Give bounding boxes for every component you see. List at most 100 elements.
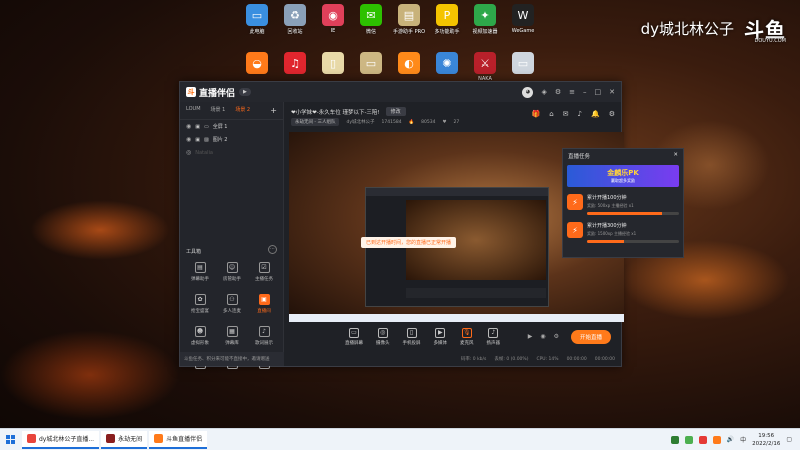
speaker-icon[interactable]: 🔊 <box>727 436 734 443</box>
tray-app-icon[interactable] <box>698 435 707 444</box>
tab-scene-1[interactable]: 场景 1 <box>211 106 226 115</box>
eye-icon[interactable]: ◎ <box>186 149 191 156</box>
taskbar-app-label: 斗鱼直播伴侣 <box>166 436 203 443</box>
maximize-icon[interactable]: □ <box>595 88 602 96</box>
tool-item[interactable]: ▣ 直播间 <box>248 294 280 314</box>
notification-icon[interactable]: ▢ <box>786 436 792 443</box>
settings-icon[interactable]: ⚙ <box>609 110 615 118</box>
tool-item[interactable]: ⚇ 多人连麦 <box>216 294 248 314</box>
skin-icon[interactable]: ◈ <box>541 88 546 96</box>
source-control[interactable]: ▯ 手机投屏 <box>403 328 421 346</box>
tab-loum[interactable]: LOUM <box>186 106 201 115</box>
settings-icon[interactable]: ⚙ <box>554 333 559 340</box>
input-language[interactable]: 中 <box>740 435 746 444</box>
desktop-shortcut[interactable]: ✦ 视频加速器 <box>465 4 505 35</box>
desktop-shortcut[interactable]: ▭ <box>503 52 543 76</box>
wechat-tray-icon[interactable] <box>684 435 693 444</box>
store-icon[interactable]: ⌂ <box>549 110 553 118</box>
close-icon[interactable]: ✕ <box>673 152 678 160</box>
source-item[interactable]: ◎ Natalia <box>180 146 283 159</box>
desktop-shortcut[interactable]: ▯ <box>313 52 353 76</box>
source-control[interactable]: 🎙 麦克风 <box>460 328 474 346</box>
taskbar-app[interactable]: 斗鱼直播伴侣 <box>149 430 208 449</box>
add-scene-icon[interactable]: + <box>270 106 277 115</box>
source-control[interactable]: ◎ 摄像头 <box>376 328 390 346</box>
eye-icon[interactable]: ◉ <box>186 123 191 130</box>
task-icon: ⚡ <box>567 194 583 210</box>
desktop-shortcut[interactable]: ⚔ NAKA <box>465 52 505 82</box>
go-live-button[interactable]: 开始直播 <box>570 330 611 344</box>
wegame-icon: W <box>512 4 534 26</box>
lock-icon[interactable]: ▣ <box>195 137 200 143</box>
tool-item[interactable]: ☻ 虚拟形象 <box>184 326 216 346</box>
task-item[interactable]: ⚡ 累计开播100分钟 奖励: 500xp 主播经验 x1 <box>563 189 683 217</box>
clock[interactable]: 19:56 2022/2/16 <box>752 432 780 448</box>
gift-icon[interactable]: 🎁 <box>531 110 540 118</box>
desktop-shortcut[interactable]: ♫ <box>275 52 315 76</box>
tool-label: 直播间 <box>257 309 271 314</box>
start-button[interactable] <box>0 429 20 450</box>
douyu-tray-icon[interactable] <box>712 435 721 444</box>
close-icon[interactable]: ✕ <box>609 88 615 96</box>
source-item[interactable]: ◉ ▣ ▭ 全屏 1 <box>180 120 283 133</box>
bitrate: 码率: 0 kb/s <box>460 357 487 362</box>
video-icon[interactable]: ▶ <box>528 333 533 340</box>
desktop-shortcut[interactable]: P 多功能助手 <box>427 4 467 35</box>
pk-banner[interactable]: 金麟乐PK 赢取超多奖励 <box>567 165 679 187</box>
tool-label: 抢宝盛宴 <box>191 309 209 314</box>
desktop-shortcut[interactable]: ▤ 手游助手 PRO <box>389 4 429 35</box>
desktop-shortcut[interactable]: ◉ IE <box>313 4 353 34</box>
desktop-shortcut[interactable]: ▭ <box>351 52 391 76</box>
bell-icon[interactable]: 🔔 <box>591 110 600 118</box>
eye-icon[interactable]: ◉ <box>540 333 545 340</box>
source-item[interactable]: ◉ ▣ ▨ 图片 2 <box>180 133 283 146</box>
clock-date: 2022/2/16 <box>752 440 781 447</box>
desktop-shortcut[interactable]: W WeGame <box>503 4 543 34</box>
desktop-shortcut-label: 手游助手 PRO <box>392 29 425 35</box>
desktop-shortcut[interactable]: ✺ <box>427 52 467 76</box>
chat-icon[interactable]: ✉ <box>563 110 569 118</box>
taskbar-app-label: 永劫无间 <box>118 436 143 443</box>
source-control[interactable]: ♪ 扬声器 <box>487 328 500 346</box>
version-badge[interactable]: ▶ <box>239 88 251 96</box>
tool-label: 多人连麦 <box>223 309 241 314</box>
streamer-watermark: dy城北林公子 斗鱼 DOUYU.COM <box>641 14 786 44</box>
lock-icon[interactable]: ▣ <box>195 124 200 130</box>
desktop-shortcut[interactable]: ✉ 微信 <box>351 4 391 35</box>
more-icon[interactable]: ⋯ <box>268 245 277 254</box>
hot-count: 80534 <box>421 119 436 125</box>
tray-app-icon[interactable] <box>670 435 679 444</box>
menu-icon[interactable]: ≡ <box>569 88 575 96</box>
tool-item[interactable]: ✿ 抢宝盛宴 <box>184 294 216 314</box>
taskbar-app[interactable]: 永劫无间 <box>101 430 148 449</box>
user-avatar[interactable]: ◕ <box>522 86 534 98</box>
task-icon: ⚡ <box>567 222 583 238</box>
eye-icon[interactable]: ◉ <box>186 136 191 143</box>
desktop-shortcut[interactable]: ♻ 回收站 <box>275 4 315 35</box>
source-control[interactable]: ▶ 多媒体 <box>434 328 447 346</box>
banner-title: 金麟乐PK <box>607 169 639 177</box>
live-timer: 00:00:00 <box>566 356 587 362</box>
tool-item[interactable]: ▦ 弹幕库 <box>216 326 248 346</box>
minimize-icon[interactable]: – <box>583 88 587 96</box>
tool-item[interactable]: ☑ 主播任务 <box>248 262 280 282</box>
desktop-shortcut[interactable]: ◐ <box>389 52 429 76</box>
announce-icon[interactable]: ♪ <box>578 110 582 118</box>
source-control[interactable]: ▭ 直播屏幕 <box>345 328 363 346</box>
nested-title-bar <box>366 188 548 196</box>
tool-item[interactable]: ▤ 弹幕助手 <box>184 262 216 282</box>
desktop-shortcut[interactable]: ▭ 此电脑 <box>237 4 277 35</box>
cpu-usage: CPU: 14% <box>536 356 559 362</box>
tool-item[interactable]: ♪ 歌词展示 <box>248 326 280 346</box>
tool-label: 房管助手 <box>223 277 241 282</box>
tool-item[interactable]: ☺ 房管助手 <box>216 262 248 282</box>
stream-title: ❤小学妹❤-永久车位 瑾梦以下-三陪! <box>291 109 380 116</box>
edit-title-button[interactable]: 修改 <box>385 107 406 116</box>
tab-scene-2[interactable]: 场景 2 <box>235 106 250 115</box>
taskbar-app[interactable]: dy城北林公子直播... <box>22 430 100 449</box>
settings-icon[interactable]: ⚙ <box>555 88 561 96</box>
category-tag[interactable]: 永劫无间 - 三人组队 <box>291 118 340 126</box>
desktop-shortcut[interactable]: ◒ <box>237 52 277 76</box>
recycle-bin-icon: ♻ <box>284 4 306 26</box>
task-item[interactable]: ⚡ 累计开播300分钟 奖励: 1500xp 主播经验 x1 <box>563 217 683 245</box>
